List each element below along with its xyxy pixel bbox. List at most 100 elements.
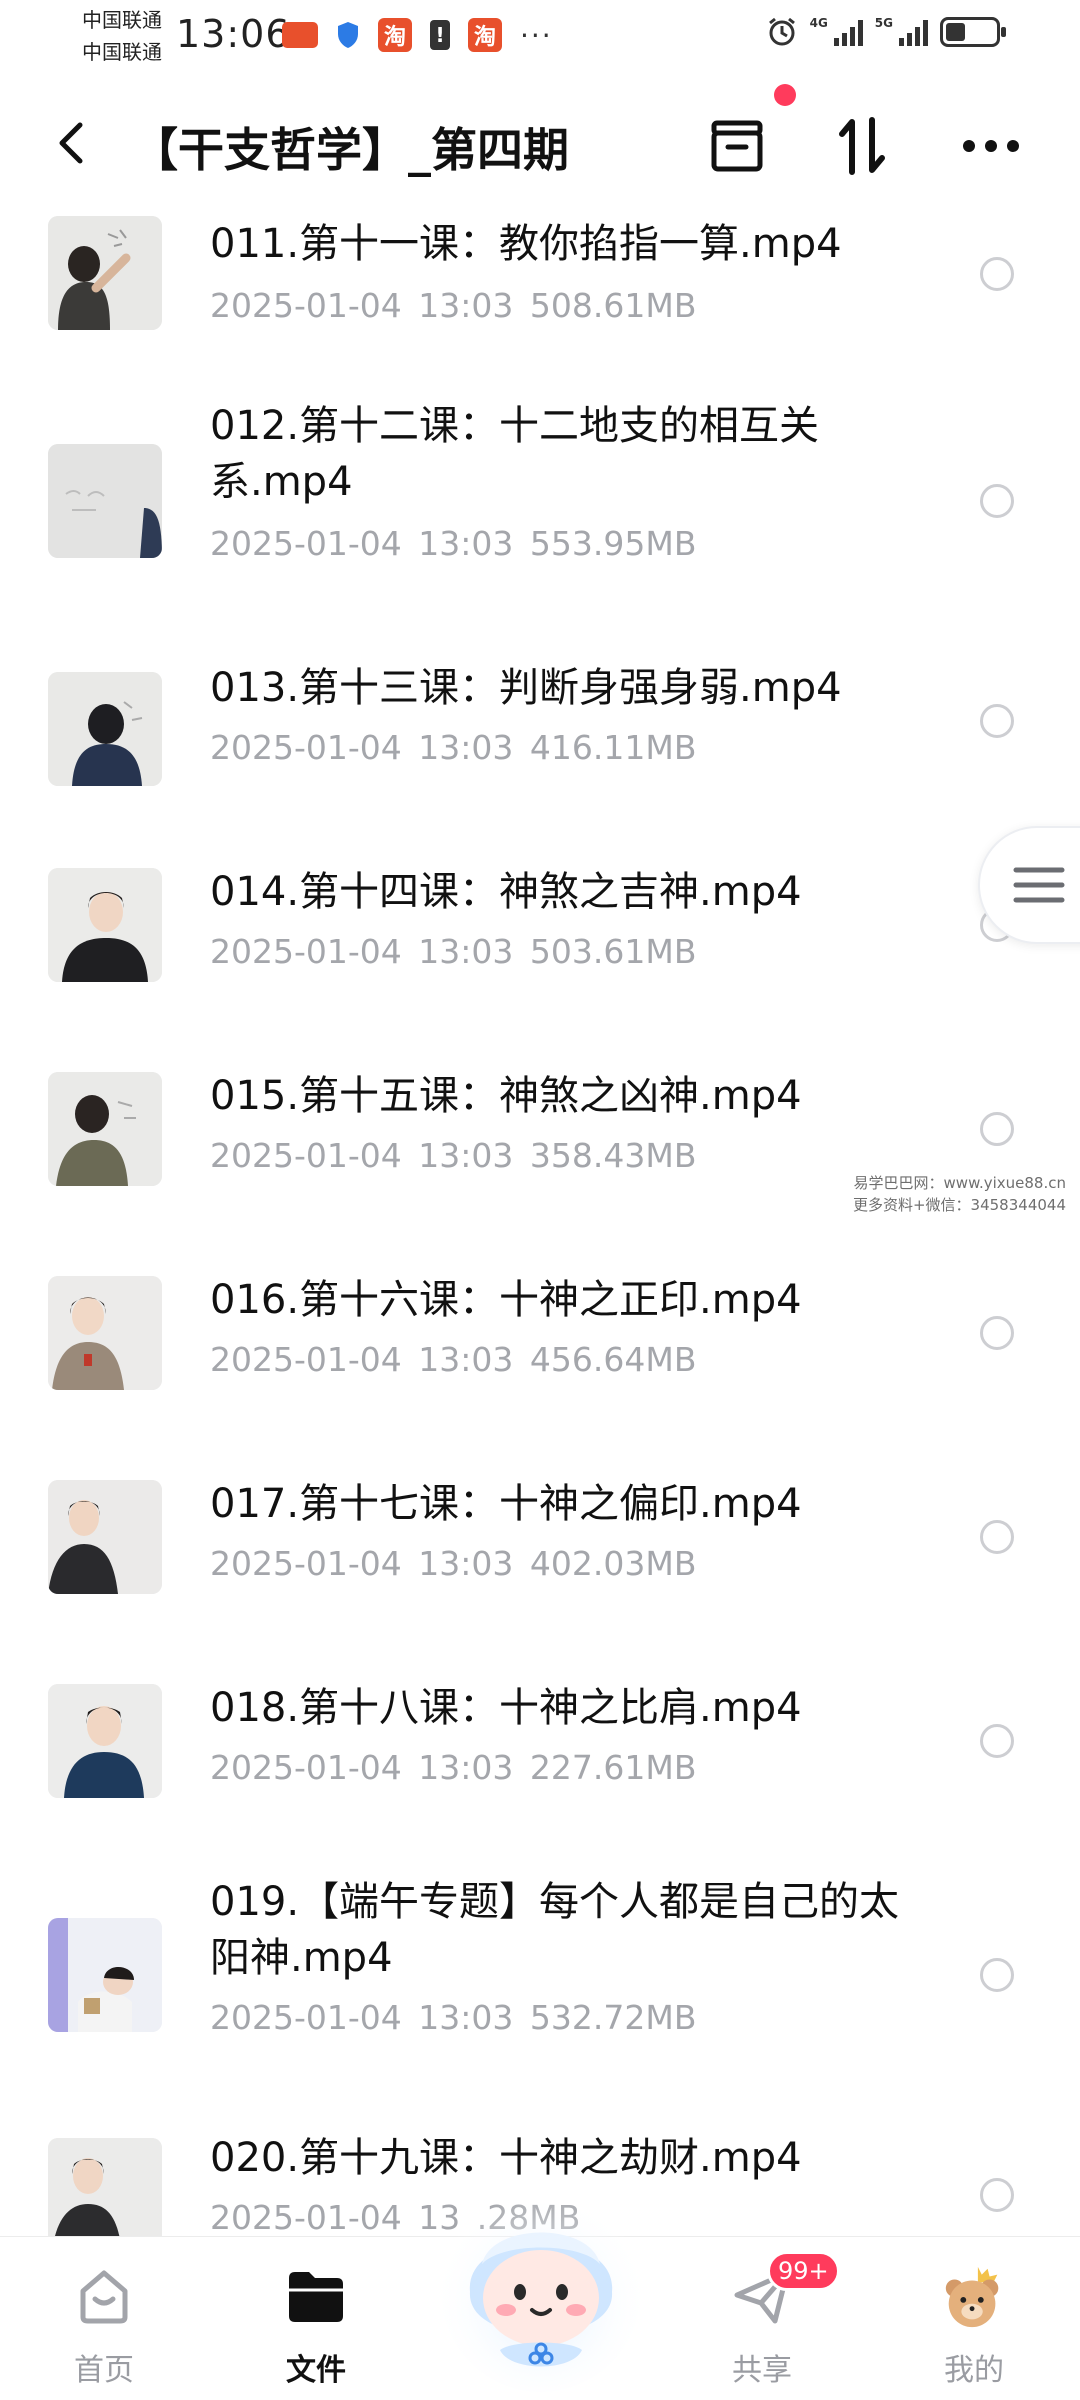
- assistant-mascot-button[interactable]: [430, 2172, 652, 2394]
- network-type-label: 4G: [809, 16, 828, 30]
- file-meta: 2025-01-04 13:03 503.61MB: [210, 932, 696, 971]
- select-radio[interactable]: [980, 1958, 1014, 1992]
- file-name: 014.第十四课：神煞之吉神.mp4: [210, 869, 802, 915]
- file-meta: 2025-01-04 13:03 553.95MB: [210, 524, 696, 563]
- sort-button[interactable]: [828, 114, 898, 178]
- file-meta: 2025-01-04 13:03 508.61MB: [210, 286, 696, 325]
- nav-share[interactable]: 99+ 共享: [692, 2251, 840, 2391]
- nav-label: 我的: [944, 2353, 1004, 2388]
- nav-files[interactable]: 文件: [246, 2261, 386, 2391]
- select-radio[interactable]: [980, 1112, 1014, 1146]
- nav-home[interactable]: 首页: [34, 2261, 174, 2391]
- video-thumbnail: [48, 1072, 162, 1186]
- file-time: 13:03: [418, 728, 514, 767]
- more-notifications-icon: ···: [520, 18, 553, 52]
- alarm-icon: [768, 17, 795, 46]
- file-date: 2025-01-04: [210, 1748, 402, 1787]
- file-name: 015.第十五课：神煞之凶神.mp4: [210, 1073, 802, 1119]
- file-name: 019.【端午专题】每个人都是自己的太阳神.mp4: [210, 1879, 900, 1981]
- file-date: 2025-01-04: [210, 2198, 402, 2236]
- file-date: 2025-01-04: [210, 932, 402, 971]
- nav-label: 文件: [286, 2353, 346, 2388]
- tray-icon: [711, 120, 763, 172]
- share-badge: 99+: [767, 2251, 840, 2291]
- bear-avatar-icon: [939, 2261, 1009, 2331]
- file-date: 2025-01-04: [210, 1998, 402, 2037]
- file-name: 018.第十八课：十神之比肩.mp4: [210, 1685, 802, 1731]
- file-size: 503.61MB: [529, 932, 697, 971]
- taobao-icon: 淘: [468, 18, 502, 52]
- file-name: 016.第十六课：十神之正印.mp4: [210, 1277, 802, 1323]
- clock: 13:06: [176, 12, 291, 56]
- alert-icon: !: [430, 20, 450, 50]
- paper-plane-icon: 99+: [727, 2251, 840, 2331]
- video-thumbnail: [48, 444, 162, 558]
- file-date: 2025-01-04: [210, 524, 402, 563]
- app-notification-icon: [282, 22, 318, 48]
- video-thumbnail: [48, 1684, 162, 1798]
- file-time: 13:03: [418, 1136, 514, 1175]
- back-button[interactable]: [46, 118, 96, 168]
- file-size: 532.72MB: [529, 1998, 697, 2037]
- file-date: 2025-01-04: [210, 1136, 402, 1175]
- nav-label: 首页: [74, 2353, 134, 2388]
- video-thumbnail: [48, 868, 162, 982]
- file-size: 358.43MB: [529, 1136, 697, 1175]
- file-date: 2025-01-04: [210, 1544, 402, 1583]
- page-title: 【干支哲学】_第四期: [132, 123, 569, 177]
- file-meta: 2025-01-04 13:03 416.11MB: [210, 728, 696, 767]
- home-icon: [69, 2261, 139, 2331]
- file-meta: 2025-01-04 13:03 402.03MB: [210, 1544, 696, 1583]
- file-size: 553.95MB: [529, 524, 697, 563]
- carrier-label: 中国联通: [82, 8, 162, 32]
- file-date: 2025-01-04: [210, 1340, 402, 1379]
- file-size: 416.11MB: [529, 728, 697, 767]
- file-date: 2025-01-04: [210, 286, 402, 325]
- transfer-list-button[interactable]: [702, 114, 772, 178]
- file-name: 013.第十三课：判断身强身弱.mp4: [210, 665, 842, 711]
- file-time: 13:03: [418, 1748, 514, 1787]
- file-time: 13:03: [418, 1340, 514, 1379]
- carrier-label: 中国联通: [82, 40, 162, 64]
- file-time: 13:03: [418, 524, 514, 563]
- select-radio[interactable]: [980, 484, 1014, 518]
- select-radio[interactable]: [980, 704, 1014, 738]
- file-time: 13:03: [418, 1998, 514, 2037]
- signal-icon: [899, 18, 928, 46]
- sort-arrows-icon: [839, 117, 885, 175]
- more-dots-icon: [963, 140, 1019, 152]
- file-meta: 2025-01-04 13:03 227.61MB: [210, 1748, 696, 1787]
- file-list: 011.第十一课：教你掐指一算.mp4 2025-01-04 13:03 508…: [0, 196, 1080, 2236]
- select-radio[interactable]: [980, 1724, 1014, 1758]
- shield-icon: [338, 22, 358, 48]
- file-meta: 2025-01-04 13:03 532.72MB: [210, 1998, 696, 2037]
- file-name: 012.第十二课：十二地支的相互关系.mp4: [210, 403, 820, 505]
- file-size: 456.64MB: [529, 1340, 697, 1379]
- nav-mine[interactable]: 我的: [904, 2261, 1044, 2391]
- file-time: 13:03: [418, 932, 514, 971]
- watermark-line: 易学巴巴网：www.yixue88.cn: [853, 1174, 1066, 1192]
- file-meta: 2025-01-04 13:03 456.64MB: [210, 1340, 696, 1379]
- file-size: 402.03MB: [529, 1544, 697, 1583]
- notification-icons: 淘 ! 淘 ···: [282, 18, 553, 52]
- status-bar: 中国联通 中国联通 13:06 淘 ! 淘 ··· 4G 5G: [0, 0, 1080, 74]
- notification-dot: [774, 84, 796, 106]
- select-radio[interactable]: [980, 1316, 1014, 1350]
- file-size: 227.61MB: [529, 1748, 697, 1787]
- chevron-left-icon: [59, 122, 83, 164]
- video-thumbnail: [48, 1480, 162, 1594]
- folder-icon: [281, 2261, 351, 2331]
- watermark-line: 更多资料+微信：3458344044: [852, 1196, 1066, 1214]
- file-meta: 2025-01-04 13:03 358.43MB: [210, 1136, 696, 1175]
- more-button[interactable]: [956, 114, 1026, 178]
- video-thumbnail: [48, 672, 162, 786]
- select-radio[interactable]: [980, 257, 1014, 291]
- file-name: 017.第十七课：十神之偏印.mp4: [210, 1481, 802, 1527]
- file-size: 508.61MB: [529, 286, 697, 325]
- nav-label: 共享: [732, 2353, 792, 2388]
- select-radio[interactable]: [980, 2178, 1014, 2212]
- watermark: 易学巴巴网：www.yixue88.cn 更多资料+微信：3458344044: [826, 1172, 1066, 1216]
- video-thumbnail: [48, 1918, 162, 2032]
- select-radio[interactable]: [980, 1520, 1014, 1554]
- menu-lines-icon: [1013, 867, 1065, 903]
